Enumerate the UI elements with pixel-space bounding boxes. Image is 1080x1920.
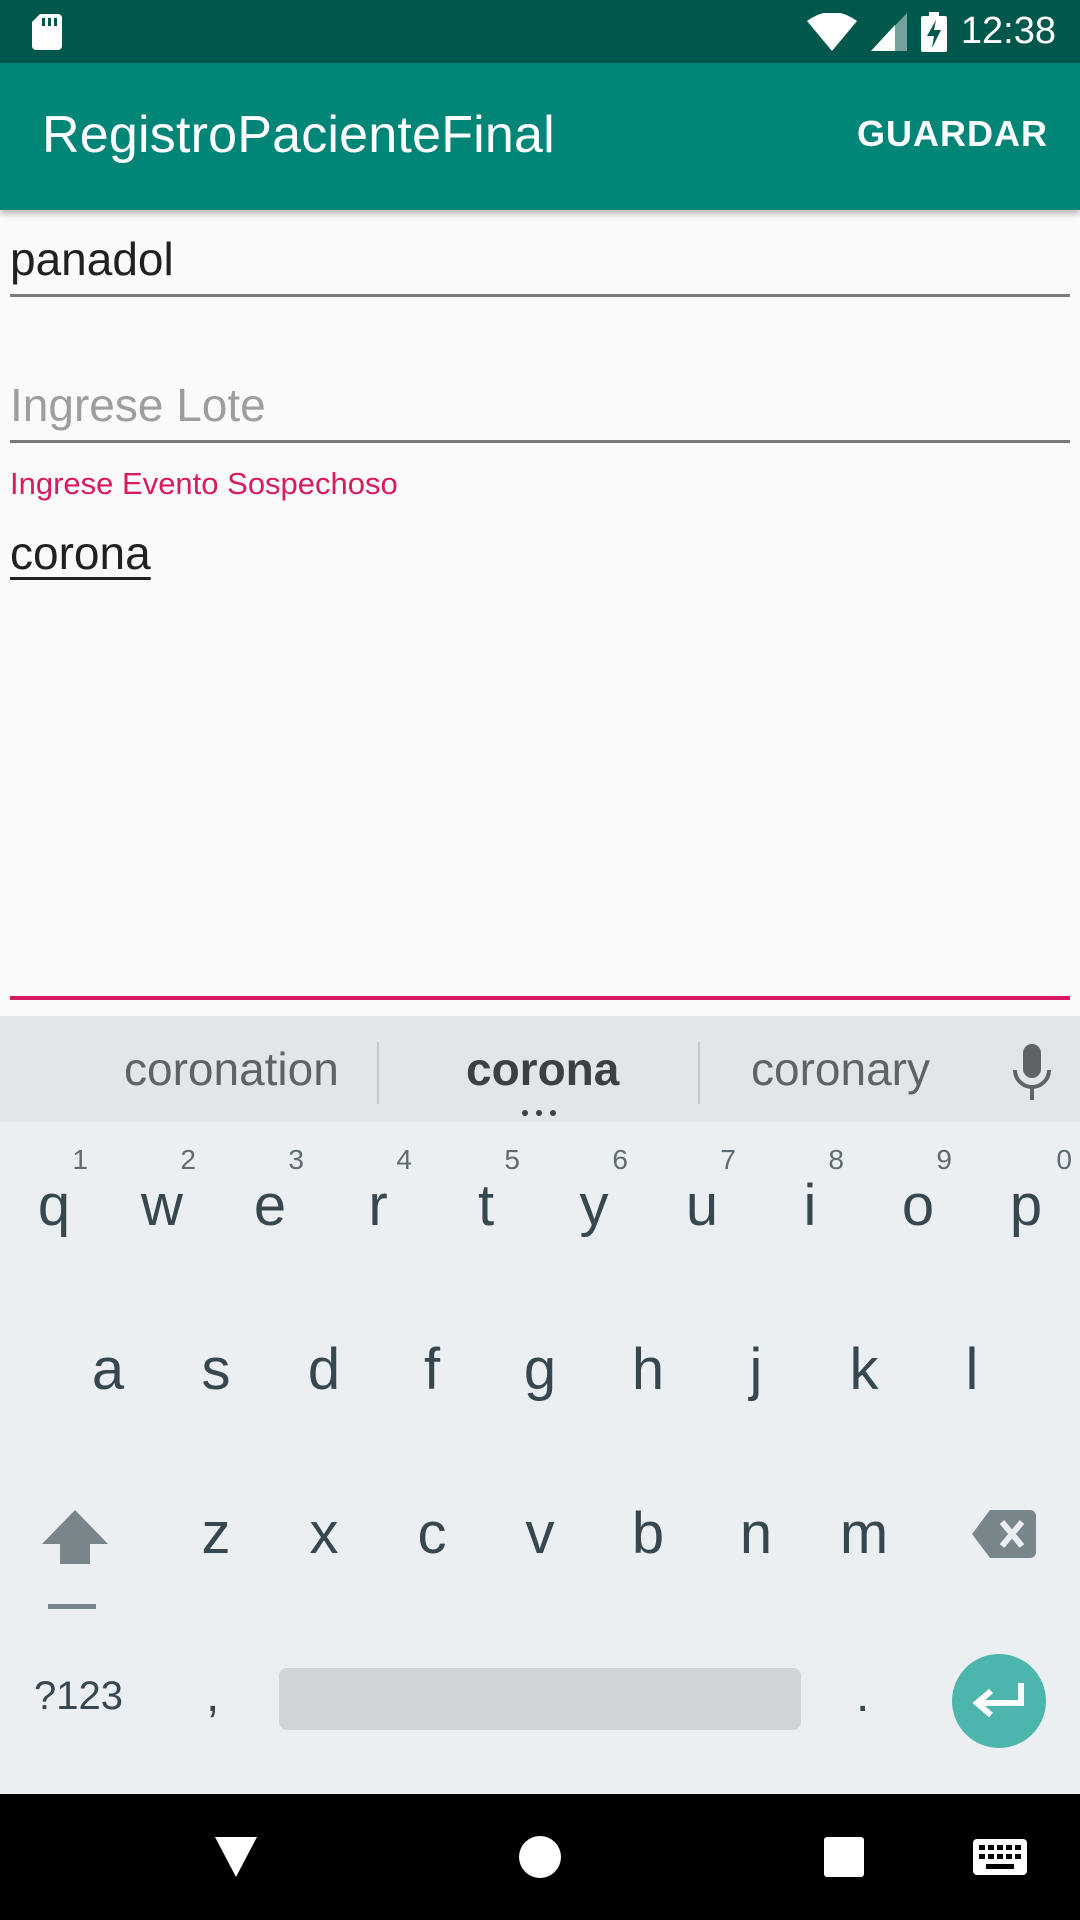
status-time: 12:38: [960, 10, 1056, 52]
key-b[interactable]: b: [594, 1462, 702, 1592]
key-g[interactable]: g: [486, 1298, 594, 1428]
enter-key[interactable]: [952, 1654, 1046, 1748]
navigation-bar: [0, 1794, 1080, 1920]
suggestion-divider: [377, 1042, 379, 1104]
key-i[interactable]: 8i: [756, 1134, 864, 1264]
key-m[interactable]: m: [810, 1462, 918, 1592]
period-key[interactable]: .: [856, 1668, 869, 1723]
key-v[interactable]: v: [486, 1462, 594, 1592]
sd-card-icon: [32, 14, 62, 50]
app-title: RegistroPacienteFinal: [42, 106, 555, 164]
nav-keyboard-switch[interactable]: [960, 1794, 1040, 1920]
wifi-icon: [806, 12, 857, 51]
enter-icon: [973, 1683, 1024, 1718]
key-l[interactable]: l: [918, 1298, 1026, 1428]
mic-icon[interactable]: [1012, 1044, 1052, 1100]
key-r[interactable]: 4r: [324, 1134, 432, 1264]
key-u[interactable]: 7u: [648, 1134, 756, 1264]
suggestion-center[interactable]: corona: [466, 1042, 619, 1096]
key-p[interactable]: 0p: [972, 1134, 1080, 1264]
back-icon: [215, 1837, 257, 1877]
save-button[interactable]: GUARDAR: [857, 113, 1048, 155]
recents-icon: [824, 1837, 864, 1877]
suggestion-right[interactable]: coronary: [751, 1042, 930, 1096]
key-y[interactable]: 6y: [540, 1134, 648, 1264]
key-q[interactable]: 1q: [0, 1134, 108, 1264]
backspace-icon[interactable]: [972, 1510, 1036, 1558]
key-a[interactable]: a: [54, 1298, 162, 1428]
medicine-field-underline: [10, 294, 1070, 297]
comma-key[interactable]: ,: [206, 1668, 219, 1723]
key-c[interactable]: c: [378, 1462, 486, 1592]
key-d[interactable]: d: [270, 1298, 378, 1428]
status-bar: 12:38: [0, 0, 1080, 63]
key-h[interactable]: h: [594, 1298, 702, 1428]
nav-back[interactable]: [196, 1794, 276, 1920]
key-z[interactable]: z: [162, 1462, 270, 1592]
key-s[interactable]: s: [162, 1298, 270, 1428]
key-j[interactable]: j: [702, 1298, 810, 1428]
soft-keyboard: coronation corona coronary 1q 2w 3e 4r 5…: [0, 1016, 1080, 1794]
signal-icon: [870, 12, 907, 51]
key-k[interactable]: k: [810, 1298, 918, 1428]
space-bar[interactable]: [279, 1668, 801, 1730]
event-field-underline: [10, 996, 1070, 1000]
medicine-field[interactable]: panadol: [10, 232, 174, 286]
event-field[interactable]: corona: [10, 526, 151, 580]
app-bar: RegistroPacienteFinal GUARDAR: [0, 63, 1080, 210]
nav-recents[interactable]: [804, 1794, 884, 1920]
symbols-key[interactable]: ?123: [34, 1674, 123, 1719]
lot-field-underline: [10, 440, 1070, 443]
key-t[interactable]: 5t: [432, 1134, 540, 1264]
key-e[interactable]: 3e: [216, 1134, 324, 1264]
nav-home[interactable]: [500, 1794, 580, 1920]
suggestion-strip: coronation corona coronary: [0, 1016, 1080, 1122]
home-icon: [519, 1836, 561, 1878]
key-n[interactable]: n: [702, 1462, 810, 1592]
keyboard-switch-icon: [973, 1839, 1027, 1875]
key-o[interactable]: 9o: [864, 1134, 972, 1264]
event-field-label: Ingrese Evento Sospechoso: [10, 466, 398, 501]
lot-field[interactable]: Ingrese Lote: [10, 378, 266, 432]
event-field-value: corona: [10, 527, 151, 579]
key-x[interactable]: x: [270, 1462, 378, 1592]
key-w[interactable]: 2w: [108, 1134, 216, 1264]
battery-charging-icon: [920, 11, 947, 52]
more-suggestions-icon: [522, 1110, 556, 1116]
suggestion-left[interactable]: coronation: [124, 1042, 339, 1096]
key-f[interactable]: f: [378, 1298, 486, 1428]
suggestion-divider: [698, 1042, 700, 1104]
shift-icon[interactable]: [42, 1510, 108, 1612]
